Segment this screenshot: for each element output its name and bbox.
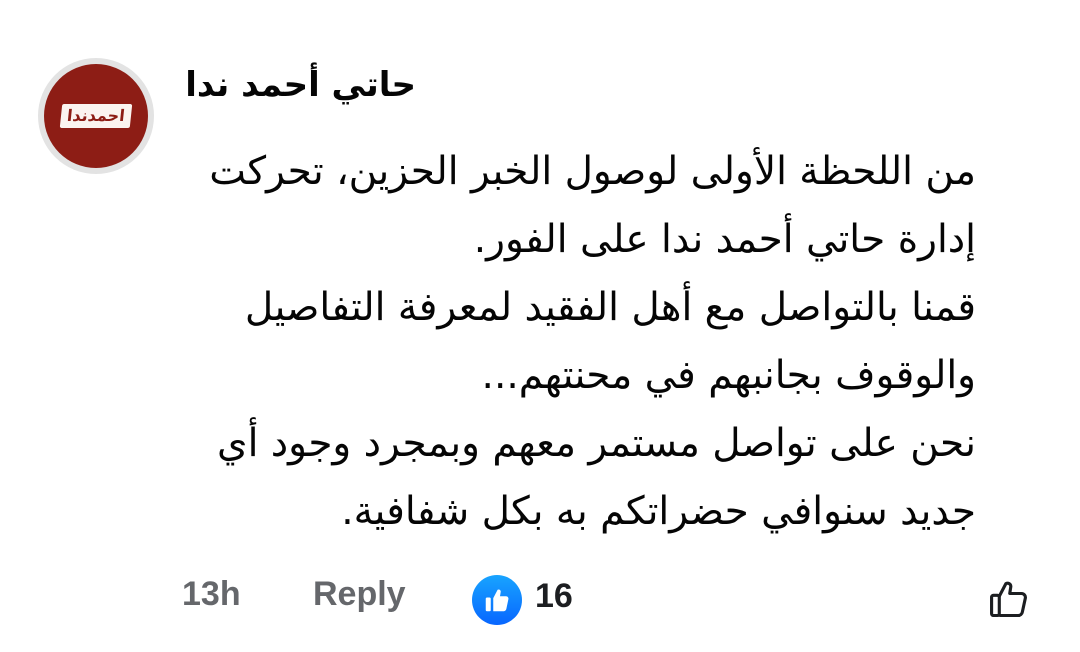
comment-line: والوقوف بجانبهم في محنتهم... [481,353,976,398]
comment-text: من اللحظة الأولى لوصول الخبر الحزين، تحر… [170,138,976,546]
comment-line: نحن على تواصل مستمر معهم وبمجرد وجود أي [217,421,976,466]
comment-line: إدارة حاتي أحمد ندا على الفور. [473,217,976,262]
like-reaction-icon[interactable] [472,575,522,625]
avatar-logo-text: احمدندا [59,104,133,128]
comment-action-bar: 13h Reply 16 [0,568,1080,628]
comment-line: جديد سنوافي حضراتكم به بكل شفافية. [341,489,976,534]
avatar[interactable]: احمدندا [38,58,154,174]
reply-button[interactable]: Reply [313,574,406,614]
thumbs-up-glyph [485,589,509,612]
reaction-count[interactable]: 16 [535,576,573,616]
thumbs-up-outline-icon[interactable] [984,574,1034,624]
comment-line: من اللحظة الأولى لوصول الخبر الحزين، تحر… [209,149,976,194]
comment-timestamp[interactable]: 13h [182,574,241,614]
comment-line: قمنا بالتواصل مع أهل الفقيد لمعرفة التفا… [244,285,976,330]
avatar-logo: احمدندا [44,64,148,168]
comment-author[interactable]: حاتي أحمد ندا [180,64,416,106]
like-button-glyph [990,581,1027,618]
